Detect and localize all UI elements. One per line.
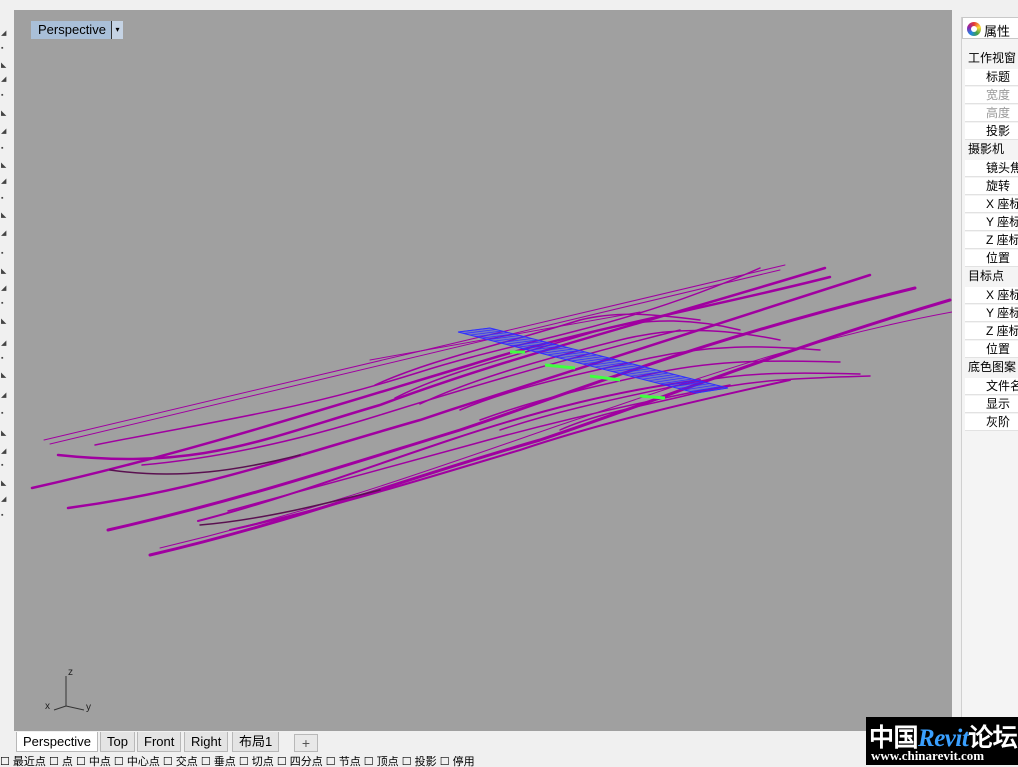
viewport-title[interactable]: Perspective bbox=[31, 21, 113, 39]
axis-z-label: z bbox=[68, 667, 73, 678]
toolbar-tool-icon[interactable]: ▪ bbox=[1, 45, 8, 52]
property-section: 摄影机 bbox=[968, 142, 1005, 156]
properties-tab-label: 属性 bbox=[984, 24, 1011, 39]
curve-scene[interactable] bbox=[14, 10, 952, 731]
property-section: 底色图案 bbox=[968, 360, 1017, 374]
property-row[interactable]: X 座标 bbox=[965, 196, 1018, 213]
toolbar-tool-icon[interactable]: ◢ bbox=[1, 448, 8, 455]
toolbar-tool-icon[interactable]: ◣ bbox=[1, 212, 8, 219]
toolbar-tool-icon[interactable]: ◢ bbox=[1, 285, 8, 292]
toolbar-tool-icon[interactable]: ◣ bbox=[1, 110, 8, 117]
toolbar-tool-icon[interactable]: ▪ bbox=[1, 195, 8, 202]
tab-front[interactable]: Front bbox=[137, 732, 182, 752]
toolbar-tool-icon[interactable]: ◢ bbox=[1, 230, 8, 237]
tab-perspective[interactable]: Perspective bbox=[16, 732, 98, 752]
toolbar-tool-icon[interactable]: ◢ bbox=[1, 128, 8, 135]
toolbar-tool-icon[interactable]: ◣ bbox=[1, 372, 8, 379]
viewport-tabs: Perspective Top Front Right 布局1 + bbox=[14, 731, 952, 755]
toolbar-tool-icon[interactable]: ◢ bbox=[1, 178, 8, 185]
property-row[interactable]: 显示 bbox=[965, 396, 1018, 413]
property-row[interactable]: 宽度 bbox=[965, 87, 1018, 104]
toolbar-tool-icon[interactable]: ◢ bbox=[1, 340, 8, 347]
toolbar-tool-icon[interactable]: ▪ bbox=[1, 512, 8, 519]
axis-x-label: x bbox=[45, 701, 50, 712]
toolbar-tool-icon[interactable]: ▪ bbox=[1, 300, 8, 307]
property-row[interactable]: 标题 bbox=[965, 69, 1018, 86]
toolbar-tool-icon[interactable]: ◣ bbox=[1, 62, 8, 69]
toolbar-tool-icon[interactable]: ▪ bbox=[1, 92, 8, 99]
toolbar-tool-icon[interactable]: ▪ bbox=[1, 462, 8, 469]
property-row[interactable]: X 座标 bbox=[965, 287, 1018, 304]
property-row[interactable]: Y 座标 bbox=[965, 214, 1018, 231]
toolbar-tool-icon[interactable]: ▪ bbox=[1, 145, 8, 152]
color-wheel-icon bbox=[967, 22, 981, 36]
toolbar-tool-icon[interactable]: ▪ bbox=[1, 355, 8, 362]
toolbar-tool-icon[interactable]: ◢ bbox=[1, 30, 8, 37]
property-row[interactable]: 旋转 bbox=[965, 178, 1018, 195]
properties-panel: 属性 工作视窗标题宽度高度投影摄影机镜头焦旋转X 座标Y 座标Z 座标位置目标点… bbox=[961, 17, 1018, 757]
tab-right[interactable]: Right bbox=[184, 732, 229, 752]
toolbar-tool-icon[interactable]: ◢ bbox=[1, 496, 8, 503]
toolbar-tool-icon[interactable]: ◣ bbox=[1, 480, 8, 487]
add-tab-icon[interactable]: + bbox=[294, 734, 318, 752]
rail-curve[interactable] bbox=[479, 360, 841, 421]
toolbar-tool-icon[interactable]: ▪ bbox=[1, 250, 8, 257]
properties-tab[interactable]: 属性 bbox=[962, 17, 1018, 39]
property-row[interactable]: Z 座标 bbox=[965, 323, 1018, 340]
property-row[interactable]: 位置 bbox=[965, 250, 1018, 267]
highlight-segment[interactable] bbox=[639, 394, 666, 400]
toolbar-tool-icon[interactable]: ◣ bbox=[1, 318, 8, 325]
property-row[interactable]: 文件名 bbox=[965, 378, 1018, 395]
rail-curve[interactable] bbox=[229, 379, 791, 531]
property-section: 工作视窗 bbox=[968, 51, 1017, 65]
property-row[interactable]: 投影 bbox=[965, 123, 1018, 140]
property-row[interactable]: 位置 bbox=[965, 341, 1018, 358]
property-row[interactable]: Y 座标 bbox=[965, 305, 1018, 322]
perspective-viewport[interactable]: Perspective ▾ z y x bbox=[14, 10, 952, 731]
tab-layout1[interactable]: 布局1 bbox=[232, 732, 280, 752]
property-row[interactable]: 灰阶 bbox=[965, 414, 1018, 431]
toolbar-tool-icon[interactable]: ◣ bbox=[1, 162, 8, 169]
toolbar-tool-icon[interactable]: ◢ bbox=[1, 392, 8, 399]
highlight-segment[interactable] bbox=[544, 363, 576, 370]
axis-tripod-icon: z y x bbox=[40, 666, 104, 722]
toolbar-tool-icon[interactable]: ◣ bbox=[1, 268, 8, 275]
watermark-logo: 中国Revit论坛 www.chinarevit.com bbox=[866, 717, 1018, 765]
viewport-menu-icon[interactable]: ▾ bbox=[111, 21, 123, 39]
property-row[interactable]: Z 座标 bbox=[965, 232, 1018, 249]
toolbar-tool-icon[interactable]: ◣ bbox=[1, 430, 8, 437]
toolbar-tool-icon[interactable]: ◢ bbox=[1, 76, 8, 83]
tab-top[interactable]: Top bbox=[100, 732, 135, 752]
toolbar-tool-icon[interactable]: ▪ bbox=[1, 410, 8, 417]
property-row[interactable]: 镜头焦 bbox=[965, 160, 1018, 177]
axis-y-label: y bbox=[86, 702, 91, 713]
property-section: 目标点 bbox=[968, 269, 1005, 283]
watermark-url: www.chinarevit.com bbox=[871, 748, 985, 763]
left-toolbar[interactable]: ◢ ▪ ◣ ◢ ▪ ◣ ◢ ▪ ◣ ◢ ▪ ◣ ◢ ▪ ◣ ◢ ▪ ◣ ◢ ▪ ◣ ◢ ▪ ◣ ◢ ▪ ◣ ◢ ▪ bbox=[0, 8, 12, 738]
property-row[interactable]: 高度 bbox=[965, 105, 1018, 122]
